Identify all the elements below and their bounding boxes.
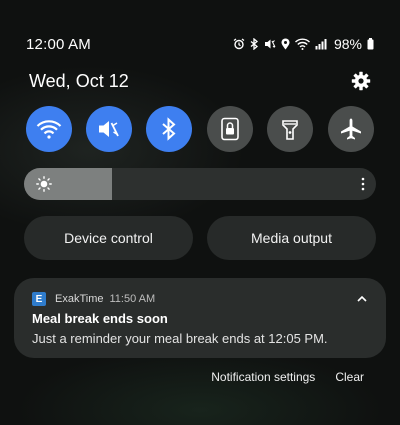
sound-toggle[interactable] (86, 106, 132, 152)
signal-icon (315, 38, 327, 50)
notification-actions: Notification settings Clear (211, 368, 364, 386)
bluetooth-icon (250, 38, 259, 50)
status-icons: 98% (233, 36, 374, 52)
bluetooth-toggle[interactable] (146, 106, 192, 152)
status-time: 12:00 AM (26, 35, 91, 53)
flashlight-toggle[interactable] (267, 106, 313, 152)
airplane-mode-toggle[interactable] (328, 106, 374, 152)
date-label[interactable]: Wed, Oct 12 (29, 71, 129, 92)
mute-icon (99, 121, 119, 137)
mute-icon (264, 38, 276, 50)
notification-app-name: ExakTime (55, 293, 104, 305)
background (0, 0, 400, 425)
settings-button[interactable] (348, 68, 374, 94)
quick-settings-toggles (26, 106, 374, 154)
screen-lock-toggle[interactable] (207, 106, 253, 152)
date-row: Wed, Oct 12 (29, 68, 374, 94)
wifi-icon (294, 38, 310, 50)
battery-percent: 98% (333, 36, 362, 52)
alarm-icon (233, 38, 245, 50)
battery-icon (367, 38, 374, 50)
status-bar: 12:00 AM 98% (26, 34, 374, 54)
notification-title: Meal break ends soon (32, 311, 168, 326)
notification-settings-button[interactable]: Notification settings (211, 370, 315, 384)
device-control-button[interactable]: Device control (24, 216, 193, 260)
media-output-button[interactable]: Media output (207, 216, 376, 260)
bluetooth-icon (162, 117, 176, 141)
app-icon: E (32, 292, 46, 306)
lock-icon (221, 117, 239, 141)
notification-header: E ExakTime 11:50 AM (32, 291, 370, 307)
flashlight-icon (282, 120, 298, 140)
chevron-up-icon[interactable] (356, 292, 368, 310)
wifi-icon (36, 120, 62, 139)
location-icon (281, 38, 290, 50)
brightness-icon (36, 176, 52, 197)
wifi-toggle[interactable] (26, 106, 72, 152)
notification-time: 11:50 AM (109, 293, 156, 305)
airplane-icon (341, 118, 361, 140)
clear-button[interactable]: Clear (335, 370, 364, 384)
more-options-icon[interactable] (360, 176, 366, 197)
gear-icon (351, 71, 371, 91)
notification-card[interactable]: E ExakTime 11:50 AM Meal break ends soon… (14, 278, 386, 358)
brightness-slider[interactable] (24, 168, 376, 200)
notification-body: Just a reminder your meal break ends at … (32, 331, 328, 346)
